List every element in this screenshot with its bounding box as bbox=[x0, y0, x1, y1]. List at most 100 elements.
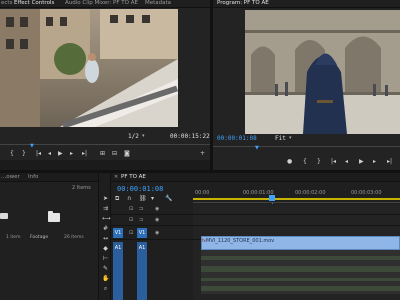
go-to-out-icon[interactable]: ▸| bbox=[387, 158, 392, 166]
video-clip[interactable]: MVI_1120_STORE_001.mov fx bbox=[201, 236, 400, 250]
track-lanes[interactable]: MVI_1120_STORE_001.mov fx bbox=[193, 204, 400, 300]
slip-tool-icon[interactable]: ⊢ bbox=[102, 255, 109, 262]
track-select-tool-icon[interactable]: ⇉ bbox=[102, 205, 109, 212]
timeline-panel: × PF TO AE 00:00:01:08 ⧉ ∩ ⛓ ▾ 🔧 00:00 0… bbox=[111, 173, 400, 300]
lock-icon[interactable]: ⊐ bbox=[139, 206, 143, 212]
go-to-in-icon[interactable]: |◂ bbox=[331, 158, 336, 166]
step-back-icon[interactable]: ◂ bbox=[48, 150, 51, 158]
playhead-icon[interactable]: ▼ bbox=[30, 143, 34, 149]
selection-tool-icon[interactable]: ➤ bbox=[102, 195, 109, 202]
track-lane-v3[interactable] bbox=[193, 204, 400, 215]
program-current-timecode[interactable]: 00:00:01:08 bbox=[217, 135, 257, 142]
chevron-down-icon[interactable]: ▾ bbox=[142, 133, 145, 139]
ripple-edit-tool-icon[interactable]: ⟷ bbox=[102, 215, 111, 222]
list-item[interactable]: Footage 26 items bbox=[28, 201, 88, 241]
tab-effects[interactable]: ects bbox=[1, 0, 12, 6]
program-scrubber[interactable]: ▼ bbox=[213, 145, 400, 151]
project-item-name: Footage bbox=[30, 235, 49, 240]
tab-metadata[interactable]: Metadata bbox=[145, 0, 171, 6]
timeline-current-timecode[interactable]: 00:00:01:08 bbox=[117, 185, 163, 193]
snap-icon[interactable]: ∩ bbox=[127, 195, 131, 203]
parkour-rooftop-image bbox=[0, 9, 178, 127]
audio-waveform-image bbox=[201, 256, 400, 291]
track-target-label[interactable]: V1 bbox=[137, 228, 147, 238]
go-to-out-icon[interactable]: ▸| bbox=[82, 150, 87, 158]
program-fit-select[interactable]: Fit bbox=[275, 135, 286, 142]
export-frame-icon[interactable]: ◙ bbox=[124, 150, 130, 158]
track-header-v2: ⊡ ⊐ ◉ bbox=[111, 215, 193, 226]
track-headers: ⊡ ⊐ ◉ ⊡ ⊐ ◉ V1 ⊡ V1 ◉ A1 A1 bbox=[111, 204, 193, 300]
source-patch-label[interactable]: V1 bbox=[113, 228, 123, 238]
step-forward-icon[interactable]: ▸ bbox=[373, 158, 376, 166]
ruler-work-area[interactable] bbox=[193, 198, 400, 200]
rolling-edit-tool-icon[interactable]: # bbox=[102, 225, 109, 232]
play-icon[interactable]: ▶ bbox=[359, 158, 364, 166]
playhead-icon[interactable]: ▼ bbox=[255, 145, 259, 151]
playhead-icon[interactable] bbox=[269, 195, 275, 201]
mark-out-icon[interactable]: } bbox=[22, 150, 26, 158]
mark-in-icon[interactable]: { bbox=[10, 150, 14, 158]
pen-tool-icon[interactable]: ✎ bbox=[102, 265, 109, 272]
toggle-sync-lock-icon[interactable]: ⊡ bbox=[129, 230, 133, 236]
source-monitor-tabs: ects Effect Controls Audio Clip Mixer: P… bbox=[0, 0, 210, 8]
source-timecode-bar: 1/2 ▾ 00:00:15:22 bbox=[0, 132, 210, 142]
toggle-output-icon[interactable]: ◉ bbox=[155, 206, 159, 212]
source-monitor-panel: ects Effect Controls Audio Clip Mixer: P… bbox=[0, 0, 210, 160]
clip-name-label: MVI_1120_STORE_001.mov bbox=[206, 238, 275, 244]
lock-icon[interactable]: ⊐ bbox=[139, 217, 143, 223]
folder-icon bbox=[48, 213, 60, 222]
add-marker-icon[interactable]: ● bbox=[287, 158, 292, 166]
add-button-icon[interactable]: + bbox=[200, 150, 205, 158]
linked-selection-icon[interactable]: ⛓ bbox=[139, 195, 147, 203]
overwrite-icon[interactable]: ⊟ bbox=[112, 150, 117, 158]
project-item-count: 2 Items bbox=[72, 185, 91, 191]
source-transport-controls: { } |◂ ◂ ▶ ▸ ▸| ⊞ ⊟ ◙ + bbox=[0, 150, 210, 160]
source-scrubber[interactable]: ▼ bbox=[0, 143, 210, 149]
cathedral-hooded-figure-image bbox=[245, 10, 400, 134]
hand-tool-icon[interactable]: ✋ bbox=[102, 275, 109, 282]
tab-browser[interactable]: ...ower bbox=[1, 174, 20, 180]
toggle-output-icon[interactable]: ◉ bbox=[155, 217, 159, 223]
tab-info[interactable]: Info bbox=[28, 174, 38, 180]
project-item-sub: 26 items bbox=[64, 235, 84, 240]
time-ruler[interactable]: 00:00 00:00:01:00 00:00:02:00 00:00:03:0… bbox=[193, 187, 400, 203]
toggle-sync-lock-icon[interactable]: ⊡ bbox=[129, 217, 133, 223]
insert-icon[interactable]: ⊞ bbox=[100, 150, 105, 158]
folder-icon-tab bbox=[48, 211, 53, 214]
ruler-label: 00:00:02:00 bbox=[295, 190, 326, 196]
ruler-label: 00:00:03:00 bbox=[351, 190, 382, 196]
mark-in-icon[interactable]: { bbox=[303, 158, 307, 166]
tab-program[interactable]: Program: PF TO AE bbox=[217, 0, 269, 6]
tab-effect-controls[interactable]: Effect Controls bbox=[14, 0, 54, 6]
toggle-output-icon[interactable]: ◉ bbox=[155, 230, 159, 236]
list-item[interactable]: 1 item bbox=[0, 201, 30, 241]
go-to-in-icon[interactable]: |◂ bbox=[36, 150, 41, 158]
audio-source-patch[interactable]: A1 bbox=[113, 242, 123, 300]
add-marker-icon[interactable]: ▾ bbox=[151, 195, 154, 203]
track-header-v3: ⊡ ⊐ ◉ bbox=[111, 204, 193, 215]
source-video-frame[interactable] bbox=[0, 9, 178, 127]
source-zoom-select[interactable]: 1/2 bbox=[128, 133, 139, 140]
timeline-tab-bar: × PF TO AE bbox=[111, 173, 400, 182]
rate-stretch-tool-icon[interactable]: ↔ bbox=[102, 235, 109, 242]
tab-audio-clip-mixer[interactable]: Audio Clip Mixer: PF TO AE bbox=[65, 0, 138, 6]
project-panel-tabs: ...ower Info bbox=[0, 173, 98, 182]
toggle-sync-lock-icon[interactable]: ⊡ bbox=[129, 206, 133, 212]
program-video-frame[interactable] bbox=[245, 10, 400, 134]
wrench-icon[interactable]: 🔧 bbox=[165, 195, 172, 203]
nest-icon[interactable]: ⧉ bbox=[115, 195, 119, 203]
close-icon[interactable]: × bbox=[114, 174, 118, 180]
folder-icon bbox=[0, 213, 8, 219]
razor-tool-icon[interactable]: ◆ bbox=[102, 245, 109, 252]
tab-sequence[interactable]: PF TO AE bbox=[121, 174, 146, 180]
track-lane-v2[interactable] bbox=[193, 215, 400, 226]
ruler-label: 00:00 bbox=[195, 190, 210, 196]
play-icon[interactable]: ▶ bbox=[58, 150, 63, 158]
audio-clip[interactable] bbox=[201, 250, 400, 294]
step-forward-icon[interactable]: ▸ bbox=[70, 150, 73, 158]
mark-out-icon[interactable]: } bbox=[317, 158, 321, 166]
audio-track-target[interactable]: A1 bbox=[137, 242, 147, 300]
zoom-tool-icon[interactable]: ⌕ bbox=[102, 285, 109, 292]
chevron-down-icon[interactable]: ▾ bbox=[289, 135, 292, 141]
step-back-icon[interactable]: ◂ bbox=[345, 158, 348, 166]
